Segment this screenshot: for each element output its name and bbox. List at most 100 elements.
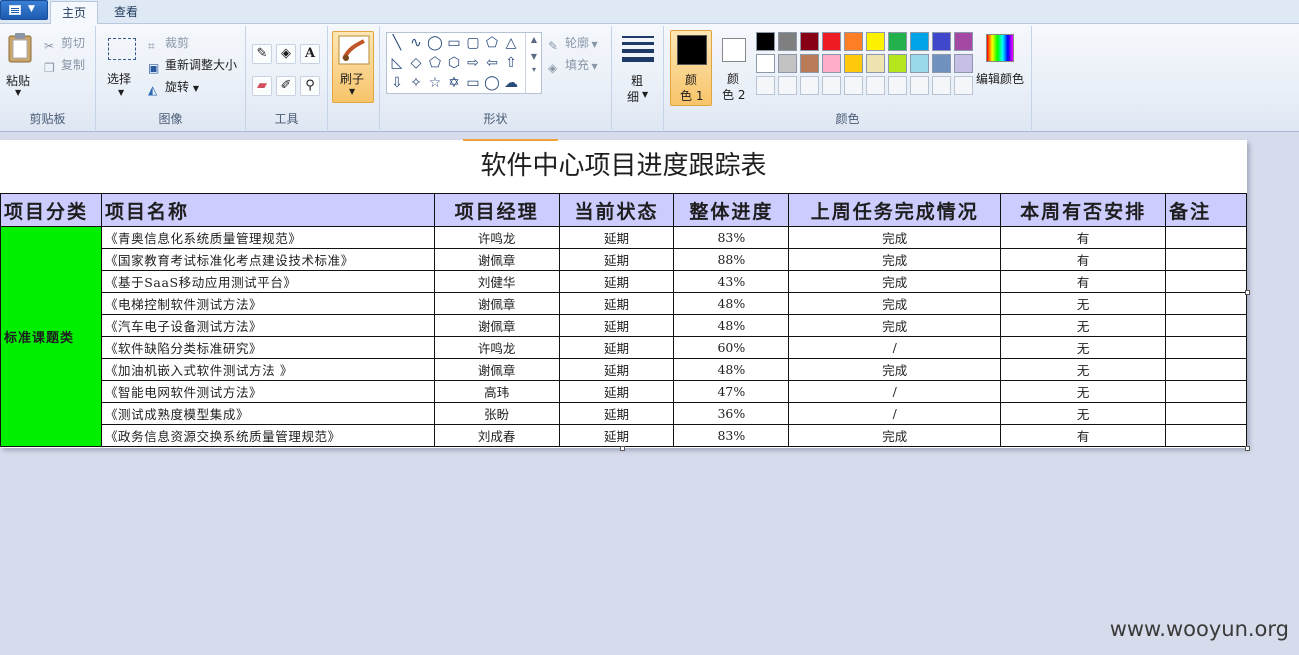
diamond-shape-icon[interactable]: ◇ [407,54,425,72]
color-swatch[interactable] [954,32,973,51]
tab-home[interactable]: 主页 [50,1,99,25]
color-swatch[interactable] [800,32,819,51]
color-swatch[interactable] [888,54,907,73]
resize-handle-corner[interactable] [1245,446,1250,451]
color-swatch[interactable] [822,54,841,73]
last-week-cell: 完成 [788,314,1002,337]
color-swatch[interactable] [822,32,841,51]
right-arrow-shape-icon[interactable]: ⇨ [464,54,482,72]
rotate-button[interactable]: ◭ 旋转 ▼ [148,78,199,97]
color-swatch[interactable] [756,32,775,51]
line-shape-icon[interactable]: ╲ [388,34,406,52]
rectangle-shape-icon[interactable]: ▭ [445,34,463,52]
five-point-star-shape-icon[interactable]: ☆ [426,74,444,92]
resize-handle-bottom[interactable] [620,446,625,451]
last-week-cell: 完成 [788,248,1002,271]
brushes-group: 刷子 ▼ [328,26,380,130]
four-point-star-shape-icon[interactable]: ✧ [407,74,425,92]
oval-callout-shape-icon[interactable]: ◯ [483,74,501,92]
custom-color-slot[interactable] [910,76,929,95]
color2-button[interactable]: 颜 色 2 [716,30,754,106]
category-cell: 标准课题类 [0,226,102,447]
crop-button[interactable]: ⌗ 裁剪 [148,34,189,53]
shapes-scrollbar[interactable]: ▲ ▼ ▾ [525,33,542,94]
text-tool-icon[interactable]: A [300,44,320,64]
custom-color-slot[interactable] [756,76,775,95]
copy-button[interactable]: ❐ 复制 [44,56,85,75]
color-swatch[interactable] [844,32,863,51]
custom-color-slot[interactable] [778,76,797,95]
app-menu-button[interactable]: ▼ [0,0,48,20]
color-swatch[interactable] [756,54,775,73]
paste-button[interactable]: 粘贴 ▼ [4,32,36,100]
custom-color-slot[interactable] [866,76,885,95]
size-button[interactable]: 粗 细 ▼ [620,34,656,106]
color-swatch[interactable] [866,32,885,51]
scroll-up-icon: ▲ [530,35,538,44]
header-progress: 整体进度 [673,193,790,227]
chevron-down-icon: ▼ [589,62,598,71]
group-label-tools: 工具 [274,112,299,126]
color-spectrum-icon [986,34,1014,62]
right-triangle-shape-icon[interactable]: ◺ [388,54,406,72]
left-arrow-shape-icon[interactable]: ⇦ [483,54,501,72]
custom-color-slot[interactable] [822,76,841,95]
status-cell: 延期 [558,292,675,315]
cloud-callout-shape-icon[interactable]: ☁ [502,74,520,92]
pencil-icon[interactable]: ✎ [252,44,272,64]
edit-colors-button[interactable]: 编辑颜色 [976,32,1028,92]
color-swatch[interactable] [888,32,907,51]
oval-shape-icon[interactable]: ◯ [426,34,444,52]
fill-bucket-icon[interactable]: ◈ [276,44,296,64]
custom-color-slot[interactable] [800,76,819,95]
magnifier-icon[interactable]: ⚲ [300,76,320,96]
color-swatch[interactable] [910,32,929,51]
eraser-icon[interactable]: ▰ [252,76,272,96]
polygon-shape-icon[interactable]: ⬠ [483,34,501,52]
color-swatch[interactable] [844,54,863,73]
custom-color-slot[interactable] [888,76,907,95]
rounded-rectangle-shape-icon[interactable]: ▢ [464,34,482,52]
cut-button[interactable]: ✂ 剪切 [44,34,85,53]
custom-color-slot[interactable] [844,76,863,95]
fill-icon: ◈ [548,61,558,75]
color-swatch[interactable] [866,54,885,73]
resize-handle-right[interactable] [1245,290,1250,295]
manager-cell: 刘成春 [433,424,560,447]
custom-color-slot[interactable] [954,76,973,95]
copy-icon: ❐ [44,61,55,75]
curve-shape-icon[interactable]: ∿ [407,34,425,52]
size-group: 粗 细 ▼ [612,26,664,130]
six-point-star-shape-icon[interactable]: ✡ [445,74,463,92]
color-swatch[interactable] [932,54,951,73]
brushes-button[interactable]: 刷子 ▼ [332,31,374,103]
chevron-down-icon: ▼ [192,84,199,93]
paint-canvas[interactable]: 软件中心项目进度跟踪表 项目分类 项目名称 项目经理 当前状态 整体进度 上周任… [0,139,1250,451]
project-name-cell: 《智能电网软件测试方法》 [100,380,435,403]
down-arrow-shape-icon[interactable]: ⇩ [388,74,406,92]
color-swatch[interactable] [778,54,797,73]
color-swatch[interactable] [800,54,819,73]
color2-label-2: 色 2 [722,88,746,102]
color1-label-2: 色 1 [680,89,704,103]
color-swatch[interactable] [910,54,929,73]
tab-view[interactable]: 查看 [103,1,149,24]
select-button[interactable]: 选择 ▼ [106,36,140,102]
scissors-icon: ✂ [44,39,55,53]
rounded-callout-shape-icon[interactable]: ▭ [464,74,482,92]
pentagon-shape-icon[interactable]: ⬠ [426,54,444,72]
custom-color-slot[interactable] [932,76,951,95]
triangle-shape-icon[interactable]: △ [502,34,520,52]
hexagon-shape-icon[interactable]: ⬡ [445,54,463,72]
outline-button[interactable]: ✎ 轮廓 ▼ [548,34,598,53]
color-swatch[interactable] [954,54,973,73]
color1-button[interactable]: 颜 色 1 [670,30,712,106]
fill-button[interactable]: ◈ 填充 ▼ [548,56,598,75]
color-swatch[interactable] [778,32,797,51]
fill-label: 填充 [565,58,590,72]
menu-icon [9,5,21,15]
color-picker-icon[interactable]: ✐ [276,76,296,96]
resize-button[interactable]: ▣ 重新调整大小 [148,56,237,75]
color-swatch[interactable] [932,32,951,51]
up-arrow-shape-icon[interactable]: ⇧ [502,54,520,72]
